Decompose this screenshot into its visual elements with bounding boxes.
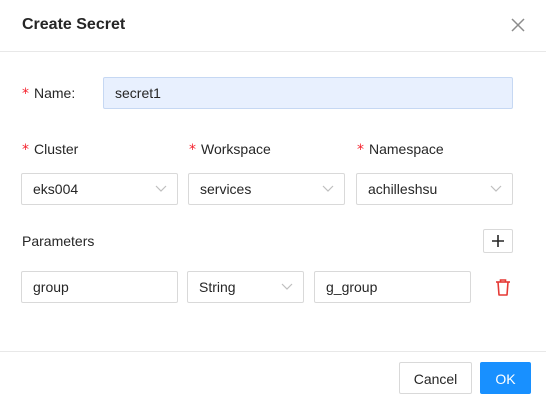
parameter-type-value: String <box>199 279 236 295</box>
required-mark: * <box>189 142 196 158</box>
ok-button[interactable]: OK <box>480 362 531 394</box>
cluster-label-text: Cluster <box>34 141 79 157</box>
workspace-label: * Workspace <box>189 141 271 158</box>
parameters-label: Parameters <box>22 233 95 249</box>
trash-icon[interactable] <box>493 277 513 297</box>
parameter-value-input[interactable] <box>314 271 471 303</box>
namespace-select-value: achilleshsu <box>368 181 438 197</box>
chevron-down-icon <box>155 185 167 192</box>
cluster-select-value: eks004 <box>33 181 79 197</box>
close-icon[interactable] <box>509 16 527 34</box>
dialog-header: Create Secret <box>0 0 546 52</box>
workspace-select-value: services <box>200 181 252 197</box>
workspace-select[interactable]: services <box>188 173 345 205</box>
namespace-select[interactable]: achilleshsu <box>356 173 513 205</box>
required-mark: * <box>22 142 29 158</box>
workspace-label-text: Workspace <box>201 141 271 157</box>
chevron-down-icon <box>322 185 334 192</box>
parameter-type-select[interactable]: String <box>187 271 304 303</box>
required-mark: * <box>22 86 29 102</box>
chevron-down-icon <box>490 185 502 192</box>
required-mark: * <box>357 142 364 158</box>
cluster-select[interactable]: eks004 <box>21 173 178 205</box>
namespace-label: * Namespace <box>357 141 444 158</box>
add-parameter-button[interactable] <box>483 229 513 253</box>
cluster-label: * Cluster <box>22 141 78 158</box>
chevron-down-icon <box>281 283 293 290</box>
plus-icon <box>492 235 504 247</box>
name-label-text: Name: <box>34 85 76 101</box>
parameter-key-input[interactable] <box>21 271 178 303</box>
name-label: * Name: <box>22 85 75 102</box>
name-input[interactable] <box>103 77 513 109</box>
namespace-label-text: Namespace <box>369 141 444 157</box>
cancel-button[interactable]: Cancel <box>399 362 472 394</box>
dialog-title: Create Secret <box>22 16 126 33</box>
